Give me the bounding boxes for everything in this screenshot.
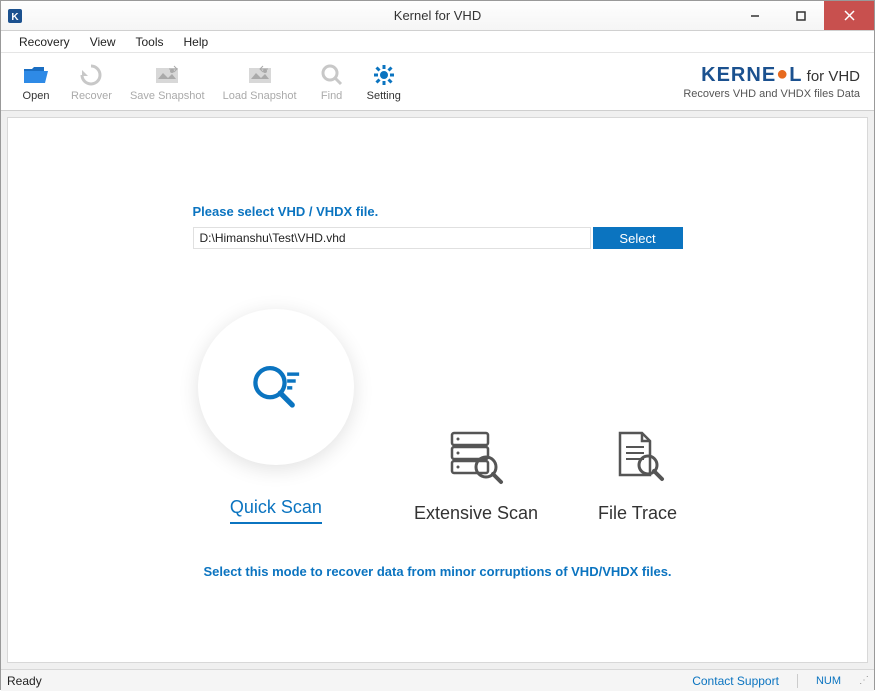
recover-label: Recover xyxy=(71,90,112,102)
close-button[interactable] xyxy=(824,1,874,30)
mode-quick-scan[interactable]: Quick Scan xyxy=(198,309,354,524)
mode-extensive-scan[interactable]: Extensive Scan xyxy=(414,427,538,524)
contact-support-link[interactable]: Contact Support xyxy=(692,674,779,688)
brand-block: KERNE●L for VHD Recovers VHD and VHDX fi… xyxy=(683,64,864,100)
extensive-scan-icon xyxy=(446,427,506,487)
open-label: Open xyxy=(23,90,50,102)
recover-icon xyxy=(77,62,105,88)
minimize-button[interactable] xyxy=(732,1,778,30)
load-snapshot-button: Load Snapshot xyxy=(215,58,305,106)
maximize-button[interactable] xyxy=(778,1,824,30)
setting-icon xyxy=(370,62,398,88)
setting-button[interactable]: Setting xyxy=(359,58,409,106)
brand-suffix: for VHD xyxy=(802,68,860,85)
svg-text:K: K xyxy=(11,12,19,23)
file-row: Select xyxy=(193,227,683,249)
content-panel: Please select VHD / VHDX file. Select Qu… xyxy=(7,117,868,663)
mode-quick-scan-label: Quick Scan xyxy=(230,497,322,524)
quick-scan-icon xyxy=(246,357,306,417)
main-area: Please select VHD / VHDX file. Select Qu… xyxy=(1,111,874,669)
recover-button: Recover xyxy=(63,58,120,106)
save-snapshot-label: Save Snapshot xyxy=(130,90,205,102)
find-label: Find xyxy=(321,90,342,102)
menu-view[interactable]: View xyxy=(80,33,126,51)
num-indicator: NUM xyxy=(816,675,841,687)
file-trace-icon xyxy=(608,427,668,487)
mode-description: Select this mode to recover data from mi… xyxy=(203,564,671,579)
scan-modes: Quick Scan Extensive Scan File Trace xyxy=(198,309,677,524)
load-snapshot-icon xyxy=(246,62,274,88)
folder-open-icon xyxy=(22,62,50,88)
file-path-input[interactable] xyxy=(193,227,591,249)
file-prompt: Please select VHD / VHDX file. xyxy=(193,204,683,219)
save-snapshot-button: Save Snapshot xyxy=(122,58,213,106)
separator xyxy=(797,674,798,688)
select-button[interactable]: Select xyxy=(593,227,683,249)
save-snapshot-icon xyxy=(153,62,181,88)
status-bar: Ready Contact Support NUM ⋰ xyxy=(1,669,874,691)
mode-extensive-scan-label: Extensive Scan xyxy=(414,503,538,524)
mode-file-trace[interactable]: File Trace xyxy=(598,427,677,524)
menu-tools[interactable]: Tools xyxy=(125,33,173,51)
menu-recovery[interactable]: Recovery xyxy=(9,33,80,51)
title-bar: K Kernel for VHD xyxy=(1,1,874,31)
toolbar: Open Recover Save Snapshot Load Snapshot… xyxy=(1,53,874,111)
status-text: Ready xyxy=(7,674,42,688)
menu-bar: Recovery View Tools Help xyxy=(1,31,874,53)
brand-tagline: Recovers VHD and VHDX files Data xyxy=(683,88,860,100)
mode-file-trace-label: File Trace xyxy=(598,503,677,524)
app-icon: K xyxy=(7,8,23,24)
open-button[interactable]: Open xyxy=(11,58,61,106)
setting-label: Setting xyxy=(367,90,401,102)
menu-help[interactable]: Help xyxy=(174,33,219,51)
resize-grip[interactable]: ⋰ xyxy=(859,675,868,686)
find-icon xyxy=(318,62,346,88)
load-snapshot-label: Load Snapshot xyxy=(223,90,297,102)
find-button: Find xyxy=(307,58,357,106)
